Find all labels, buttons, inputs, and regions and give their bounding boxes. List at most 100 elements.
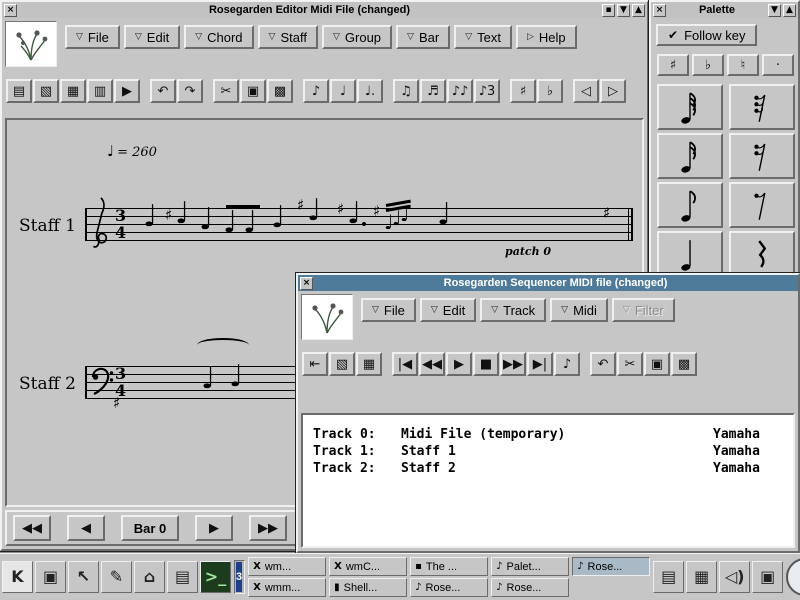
task-button[interactable]: Xwm...: [248, 557, 326, 576]
note-icon[interactable]: ♩: [199, 205, 213, 235]
editor-eighth-note-button[interactable]: ♪: [303, 79, 329, 103]
editor-new-document-button[interactable]: ▤: [6, 79, 32, 103]
editor-play-button[interactable]: ▶: [114, 79, 140, 103]
editor-close-icon[interactable]: ×: [4, 4, 17, 17]
books-button[interactable]: ▤: [653, 561, 684, 593]
editor-menu-bar[interactable]: ▽Bar: [396, 25, 450, 49]
editor-paste-button[interactable]: ▩: [267, 79, 293, 103]
sixteenth-note-button[interactable]: [657, 133, 723, 179]
quarter-rest-button[interactable]: [729, 231, 795, 277]
note-icon[interactable]: ♩: [243, 208, 257, 238]
sequencer-goto-begin-button[interactable]: ⇤: [302, 352, 328, 376]
sequencer-undo-button[interactable]: ↶: [590, 352, 616, 376]
sequencer-paste-button[interactable]: ▩: [671, 352, 697, 376]
editor-beamed-sixteenth-button[interactable]: ♬: [420, 79, 446, 103]
thirty-second-note-button[interactable]: [657, 84, 723, 130]
note-icon[interactable]: ♩: [229, 362, 243, 392]
editor-dotted-note-button[interactable]: ♩.: [357, 79, 383, 103]
note-icon[interactable]: ♩: [437, 200, 451, 230]
editor-open-folder-button[interactable]: ▧: [33, 79, 59, 103]
task-button[interactable]: ♪Rose...: [491, 578, 569, 597]
volume-button[interactable]: ◁): [719, 561, 750, 593]
note-icon[interactable]: ♩: [347, 199, 361, 229]
note-icon[interactable]: ♩: [143, 202, 157, 232]
dot-button[interactable]: ·: [762, 54, 794, 76]
sharp-button[interactable]: ♯: [657, 54, 689, 76]
track-row[interactable]: Track 1:Staff 1Yamaha: [313, 444, 783, 461]
editor-menu-chord[interactable]: ▽Chord: [184, 25, 253, 49]
sequencer-save-button[interactable]: ▦: [356, 352, 382, 376]
paint-button[interactable]: ✎: [101, 561, 132, 593]
editor-stem-up-button[interactable]: ♯: [510, 79, 536, 103]
sequencer-copy-button[interactable]: ▣: [644, 352, 670, 376]
palette-maximize-icon[interactable]: ▲: [783, 4, 796, 17]
accidental-icon[interactable]: ♯: [603, 206, 610, 221]
track-row[interactable]: Track 2:Staff 2Yamaha: [313, 461, 783, 478]
palette-close-icon[interactable]: ×: [653, 4, 666, 17]
editor-beamed-notes-button[interactable]: ♫: [393, 79, 419, 103]
note-icon[interactable]: ♩: [201, 364, 215, 394]
sequencer-titlebar[interactable]: × Rosegarden Sequencer MIDI file (change…: [298, 275, 798, 291]
editor-tuplet-button[interactable]: ♪3: [474, 79, 500, 103]
sequencer-menu-midi[interactable]: ▽Midi: [550, 298, 608, 322]
next-bar-button[interactable]: ▶: [195, 515, 233, 541]
sixteenth-rest-button[interactable]: [729, 133, 795, 179]
package-button[interactable]: ▦: [686, 561, 717, 593]
editor-quarter-note-button[interactable]: ♩: [330, 79, 356, 103]
task-button[interactable]: ♪Palet...: [491, 557, 569, 576]
editor-next-button[interactable]: ▷: [600, 79, 626, 103]
accidental-icon[interactable]: ♯: [165, 208, 172, 223]
desktop-pager[interactable]: 3: [234, 560, 245, 594]
task-button[interactable]: ▪The ...: [410, 557, 488, 576]
note-icon[interactable]: ♩: [223, 208, 237, 238]
sequencer-menu-file[interactable]: ▽File: [361, 298, 416, 322]
sequencer-skip-to-end-button[interactable]: ▶|: [527, 352, 553, 376]
pointer-button[interactable]: ↖: [68, 561, 99, 593]
quarter-note-button[interactable]: [657, 231, 723, 277]
task-button[interactable]: ♪Rose...: [572, 557, 650, 576]
sequencer-cut-button[interactable]: ✂: [617, 352, 643, 376]
window-list-button[interactable]: ▣: [35, 561, 66, 593]
editor-print-button[interactable]: ▥: [87, 79, 113, 103]
previous-bar-button[interactable]: ◀: [67, 515, 105, 541]
editor-menu-group[interactable]: ▽Group: [322, 25, 392, 49]
note-icon[interactable]: ♩: [307, 196, 321, 226]
track-row[interactable]: Track 0:Midi File (temporary)Yamaha: [313, 427, 783, 444]
task-button[interactable]: Xwmm...: [248, 578, 326, 597]
sequencer-stop-button[interactable]: ■: [473, 352, 499, 376]
thirty-second-rest-button[interactable]: [729, 84, 795, 130]
editor-previous-button[interactable]: ◁: [573, 79, 599, 103]
editor-redo-button[interactable]: ↷: [177, 79, 203, 103]
editor-menu-file[interactable]: ▽File: [65, 25, 120, 49]
flat-button[interactable]: ♭: [692, 54, 724, 76]
natural-button[interactable]: ♮: [727, 54, 759, 76]
sequencer-skip-to-start-button[interactable]: |◀: [392, 352, 418, 376]
editor-minimize-icon[interactable]: ▼: [617, 4, 630, 17]
note-icon[interactable]: ♩: [271, 203, 285, 233]
last-bar-button[interactable]: ▶▶: [249, 515, 287, 541]
eighth-rest-button[interactable]: [729, 182, 795, 228]
display-button[interactable]: ▣: [752, 561, 783, 593]
gallery-button[interactable]: ▤: [167, 561, 198, 593]
editor-undo-button[interactable]: ↶: [150, 79, 176, 103]
pager-desktop-current[interactable]: 3: [236, 562, 242, 592]
home-button[interactable]: ⌂: [134, 561, 165, 593]
editor-chord-button[interactable]: ♪♪: [447, 79, 473, 103]
editor-save-button[interactable]: ▦: [60, 79, 86, 103]
editor-titlebar[interactable]: × Rosegarden Editor Midi File (changed) …: [2, 2, 647, 18]
editor-stem-down-button[interactable]: ♭: [537, 79, 563, 103]
palette-minimize-icon[interactable]: ▼: [768, 4, 781, 17]
palette-titlebar[interactable]: × Palette ▼ ▲: [651, 2, 798, 18]
k-menu-button[interactable]: K: [2, 561, 33, 593]
editor-maximize-icon[interactable]: ▲: [632, 4, 645, 17]
bar-indicator-button[interactable]: Bar 0: [121, 515, 179, 541]
sequencer-record-note-button[interactable]: ♪: [554, 352, 580, 376]
editor-copy-button[interactable]: ▣: [240, 79, 266, 103]
sequencer-open-folder-button[interactable]: ▧: [329, 352, 355, 376]
accidental-icon[interactable]: ♯: [373, 204, 380, 219]
accidental-icon[interactable]: ♯: [297, 198, 304, 213]
staff1[interactable]: 34 ♩♯♩♩♩♩♩♯♩♯♩♯♩♩♩♩♯: [85, 208, 633, 241]
editor-cut-button[interactable]: ✂: [213, 79, 239, 103]
sequencer-menu-edit[interactable]: ▽Edit: [420, 298, 476, 322]
sequencer-rewind-button[interactable]: ◀◀: [419, 352, 445, 376]
